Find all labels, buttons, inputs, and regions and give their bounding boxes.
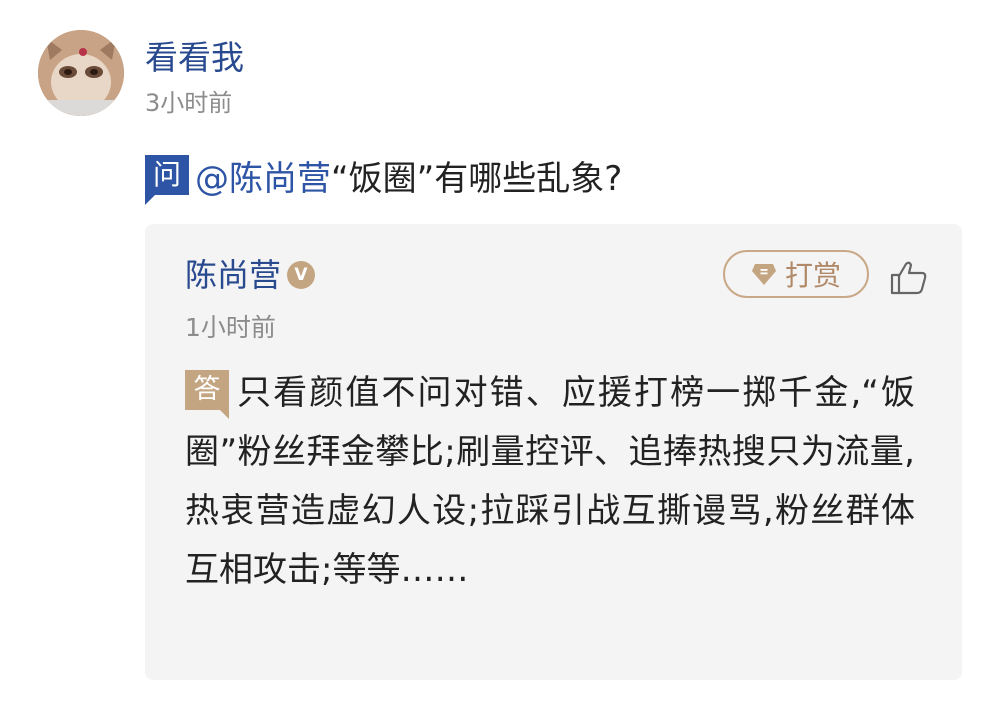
thumbs-up-icon[interactable] [889, 258, 929, 298]
answer-body: 答只看颜值不问对错、应援打榜一掷千金,“饭圈”粉丝拜金攀比;刷量控评、追捧热搜只… [185, 364, 915, 600]
answer-card: 陈尚营 V 打赏 1小时前 答只看颜值不问对错、应援打榜一掷千金,“饭圈”粉丝拜… [145, 224, 962, 680]
question-badge: 问 [145, 155, 189, 205]
answer-badge: 答 [185, 370, 229, 419]
answer-text: 只看颜值不问对错、应援打榜一掷千金,“饭圈”粉丝拜金攀比;刷量控评、追捧热搜只为… [185, 373, 915, 590]
question-text: “饭圈”有哪些乱象? [331, 158, 623, 199]
post-timestamp: 3小时前 [145, 89, 233, 117]
tip-button[interactable]: 打赏 [723, 250, 869, 298]
question[interactable]: 问 @陈尚营 “饭圈”有哪些乱象? [145, 150, 623, 205]
avatar[interactable] [38, 30, 124, 116]
question-mention-link[interactable]: @陈尚营 [195, 151, 331, 200]
cat-photo-icon [38, 30, 124, 116]
gem-icon [751, 262, 777, 286]
verified-v-icon: V [287, 261, 316, 289]
answer-timestamp: 1小时前 [185, 313, 276, 342]
username[interactable]: 看看我 [145, 38, 244, 78]
answerer-name[interactable]: 陈尚营 [185, 254, 281, 296]
answerer-header: 陈尚营 V [185, 254, 316, 296]
tip-label: 打赏 [784, 259, 841, 292]
